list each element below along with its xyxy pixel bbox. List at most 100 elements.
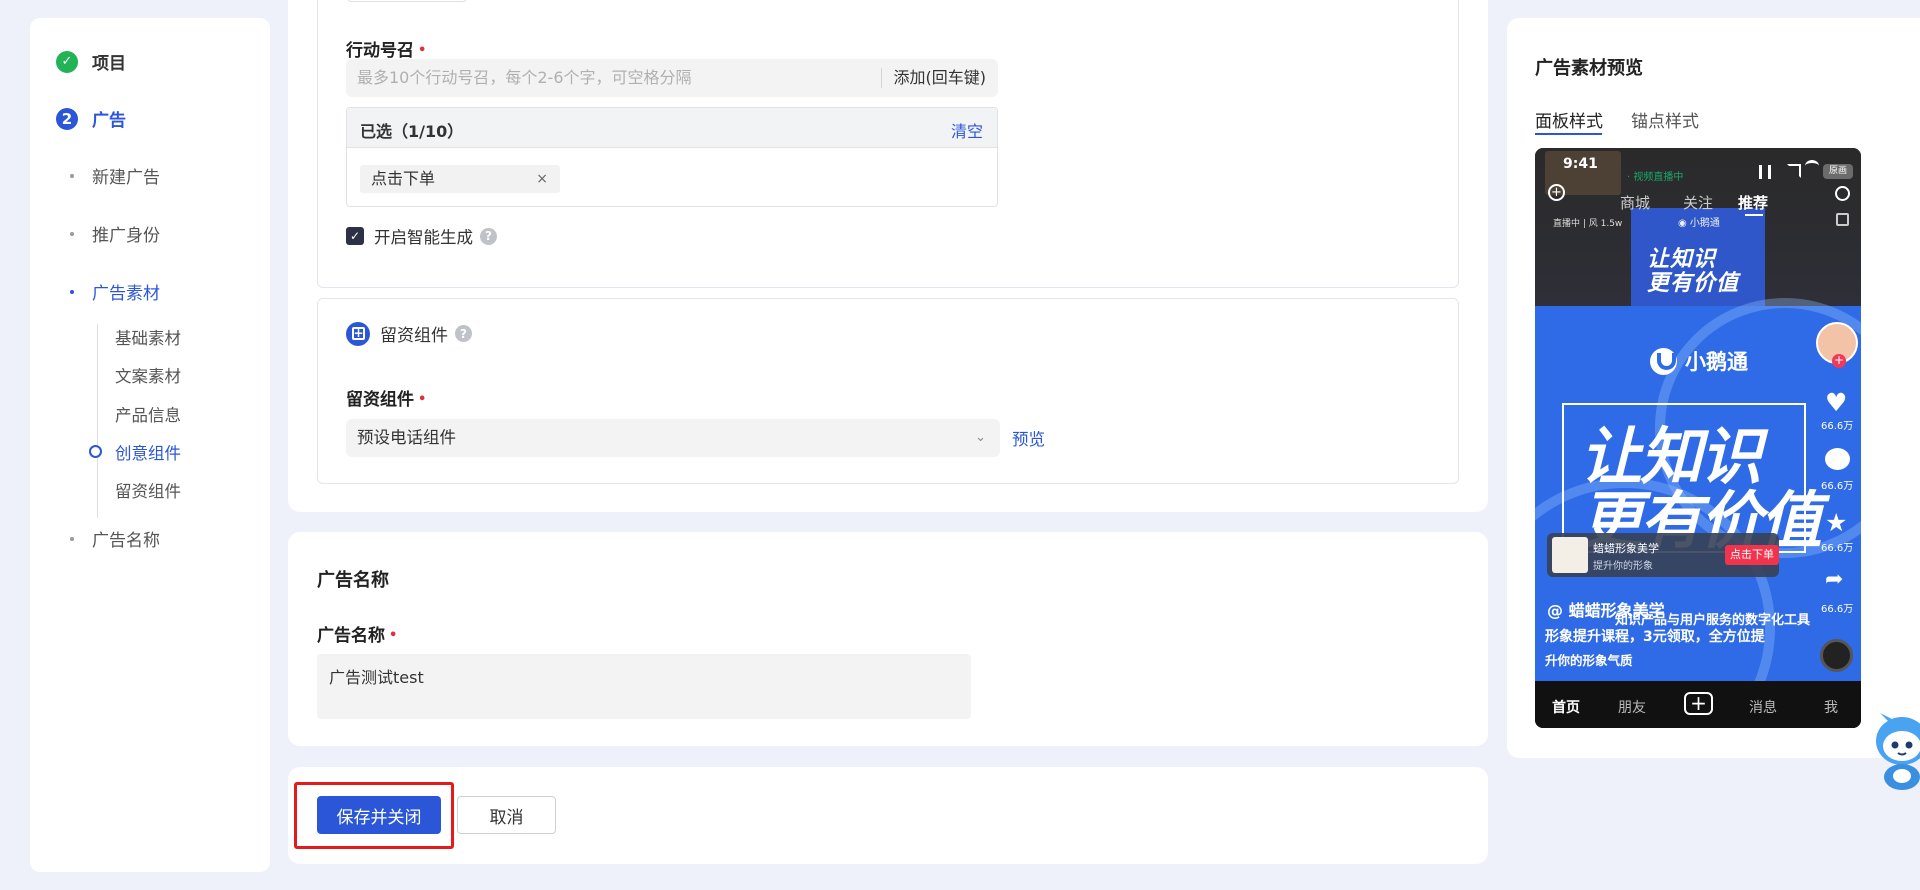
phone-nav-home[interactable]: 首页 [1552, 697, 1580, 717]
comment-icon[interactable] [1825, 448, 1850, 470]
plus-square-icon: + [346, 321, 370, 346]
star-icon[interactable]: ★ [1825, 508, 1847, 537]
footer-actions: 保存并关闭 取消 [288, 767, 1488, 864]
bullet-icon [70, 536, 74, 541]
nav-item-new-ad[interactable]: 新建广告 [70, 163, 160, 188]
quality-badge: 原画 [1823, 164, 1853, 179]
cta-tag: 点击下单 × [360, 165, 560, 193]
ad-name-card: 广告名称 广告名称 • 广告测试test [288, 532, 1488, 746]
ad-name-section-title: 广告名称 [317, 570, 389, 591]
product-card[interactable]: 蜡蜡形象美学 提升你的形象 点击下单 [1547, 533, 1779, 577]
cta-tag-label: 点击下单 [371, 169, 436, 188]
favorite-count: 66.6万 [1821, 543, 1854, 554]
heart-icon[interactable]: ♥ [1825, 388, 1847, 417]
nav-item-ad-name[interactable]: 广告名称 [70, 526, 160, 551]
ad-name-label-text: 广告名称 [317, 626, 385, 646]
brand-small: ◉ 小鹅通 [1678, 218, 1720, 229]
preview-title: 广告素材预览 [1535, 58, 1643, 79]
viewer-info: 直播中 | 风 1.5w [1553, 219, 1623, 229]
active-tab-indicator [1535, 133, 1602, 135]
tab-anchor-style[interactable]: 锚点样式 [1631, 107, 1699, 132]
creative-component-panel: 行动号召 • 最多10个行动号召，每个2-6个字，可空格分隔 添加(回车键) 已选… [317, 0, 1459, 288]
cta-input-placeholder: 最多10个行动号召，每个2-6个字，可空格分隔 [357, 68, 692, 87]
cta-input[interactable]: 最多10个行动号召，每个2-6个字，可空格分隔 添加(回车键) [346, 59, 998, 97]
product-card-title: 蜡蜡形象美学 [1593, 542, 1659, 555]
close-icon[interactable]: × [536, 165, 548, 193]
required-mark: • [418, 43, 427, 58]
help-icon[interactable]: ? [480, 227, 497, 245]
search-icon[interactable] [1835, 186, 1850, 201]
ad-name-label: 广告名称 • [317, 621, 397, 646]
phone-tab-indicator [1745, 214, 1763, 216]
tab-panel-style[interactable]: 面板样式 [1535, 107, 1603, 132]
nav-step-label: 项目 [92, 54, 126, 74]
product-thumbnail [1552, 537, 1588, 573]
phone-tab-recommend[interactable]: 推荐 [1738, 192, 1768, 213]
lead-label-text: 留资组件 [346, 390, 414, 410]
cta-label: 行动号召 • [346, 36, 426, 61]
chevron-down-icon: ⌄ [975, 430, 986, 445]
phone-nav-create[interactable]: + [1684, 692, 1713, 715]
smart-generate-checkbox[interactable]: ✓ [346, 227, 364, 245]
preview-link[interactable]: 预览 [1012, 426, 1045, 450]
nav-item-label: 广告素材 [92, 284, 160, 304]
nav-item-promo-identity[interactable]: 推广身份 [70, 221, 160, 246]
nav-item-basic-material[interactable]: 基础素材 [115, 325, 181, 349]
product-card-subtitle: 提升你的形象 [1593, 561, 1653, 572]
nav-item-lead-component[interactable]: 留资组件 [115, 478, 181, 502]
add-cta-button[interactable]: 添加(回车键) [880, 68, 986, 88]
nav-item-label: 新建广告 [92, 168, 160, 188]
nav-step-ad[interactable]: 2 广告 [56, 106, 126, 131]
lead-component-select[interactable]: 预设电话组件 ⌄ [346, 419, 1000, 457]
product-card-cta-button[interactable]: 点击下单 [1725, 545, 1779, 565]
phone-tab-mall[interactable]: 商城 [1620, 192, 1650, 213]
clear-button[interactable]: 清空 [951, 118, 983, 142]
phone-nav-messages[interactable]: 消息 [1749, 697, 1777, 717]
step-number-icon: 2 [56, 107, 78, 130]
nav-item-copy-material[interactable]: 文案素材 [115, 363, 181, 387]
selected-cta-box: 已选（1/10） 清空 点击下单 × [346, 107, 998, 207]
preview-panel: 广告素材预览 面板样式 锚点样式 让知识 更有价值 小鹅通 让知识 更有价值 9… [1507, 18, 1920, 758]
video-description-line: 升你的形象气质 [1545, 653, 1633, 668]
nav-tree-line [97, 324, 98, 518]
share-count: 66.6万 [1821, 604, 1854, 615]
current-position-icon [89, 445, 102, 458]
selected-cta-header: 已选（1/10） 清空 [347, 108, 997, 148]
brand-logo: 小鹅通 [1650, 346, 1748, 376]
smart-generate-label: 开启智能生成 [374, 228, 473, 247]
nav-step-label: 广告 [92, 111, 126, 131]
follow-icon[interactable]: + [1832, 354, 1846, 368]
ad-name-input[interactable]: 广告测试test [317, 654, 971, 719]
live-status: · 视频直播中 [1627, 172, 1684, 183]
nav-item-label: 广告名称 [92, 531, 160, 551]
phone-nav-friends[interactable]: 朋友 [1618, 697, 1646, 717]
phone-tab-following[interactable]: 关注 [1683, 192, 1713, 213]
cta-label-text: 行动号召 [346, 41, 414, 61]
selected-count: 已选（1/10） [360, 122, 464, 141]
xiaoe-logo-icon [1650, 347, 1677, 375]
help-icon[interactable]: ? [455, 325, 472, 342]
music-disc-icon[interactable] [1820, 639, 1853, 672]
cancel-button[interactable]: 取消 [457, 796, 556, 834]
nav-item-ad-material[interactable]: 广告素材 [70, 279, 160, 304]
phone-top-bar: 9:41 · 视频直播中 原画 + 商城 关注 推荐 直播中 | 风 1.5w … [1535, 148, 1861, 229]
left-nav: ✓ 项目 2 广告 新建广告 推广身份 广告素材 基础素材 文案素材 产品信息 … [30, 18, 270, 872]
nav-item-label: 推广身份 [92, 226, 160, 246]
assistant-mascot-icon[interactable] [1868, 713, 1920, 791]
nav-step-project[interactable]: ✓ 项目 [56, 49, 126, 74]
video-description-line: 形象提升课程，3元领取，全方位提 [1545, 629, 1765, 645]
comment-count: 66.6万 [1821, 481, 1854, 492]
lead-label: 留资组件 • [346, 385, 426, 410]
smart-generate-row: ✓ 开启智能生成 ? [346, 224, 497, 248]
nav-item-product-info[interactable]: 产品信息 [115, 402, 181, 426]
add-circle-icon[interactable]: + [1548, 184, 1565, 201]
phone-preview: 让知识 更有价值 小鹅通 让知识 更有价值 9:41 · 视频直播中 原画 + … [1535, 148, 1861, 728]
bullet-icon [70, 231, 74, 236]
save-and-close-button[interactable]: 保存并关闭 [317, 796, 441, 834]
nav-item-creative-component[interactable]: 创意组件 [115, 440, 181, 464]
phone-nav-me[interactable]: 我 [1824, 697, 1838, 717]
share-arrow-icon[interactable]: ➦ [1825, 567, 1843, 592]
share-icon[interactable] [1836, 213, 1849, 226]
lead-section-header: + 留资组件 ? [346, 321, 472, 346]
lead-component-panel: + 留资组件 ? 留资组件 • 预设电话组件 ⌄ 预览 [317, 298, 1459, 484]
